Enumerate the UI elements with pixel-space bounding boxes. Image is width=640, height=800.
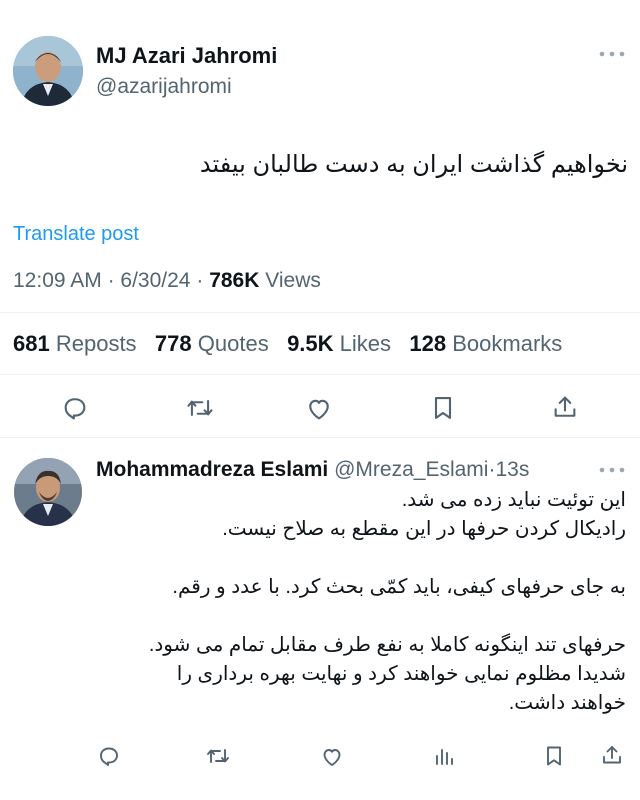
share-icon[interactable] xyxy=(551,393,579,421)
bookmarks-stat[interactable]: 128 Bookmarks xyxy=(409,331,562,356)
reply-line: به جای حرفهای کیفی، باید کمّی بحث کرد. ب… xyxy=(172,576,626,598)
divider xyxy=(0,374,640,375)
more-horizontal-icon[interactable] xyxy=(598,464,626,476)
stat-label: Likes xyxy=(339,331,392,356)
reply-author-name[interactable]: Mohammadreza Eslami xyxy=(96,458,328,481)
share-icon[interactable] xyxy=(600,743,624,767)
reply-icon[interactable] xyxy=(97,744,121,768)
repost-icon[interactable] xyxy=(185,394,215,422)
post-time[interactable]: 12:09 AM xyxy=(13,269,102,292)
divider xyxy=(0,437,640,438)
stat-label: Bookmarks xyxy=(452,331,563,356)
stat-label: Quotes xyxy=(197,331,269,356)
reply-header: Mohammadreza Eslami @Mreza_Eslami·13s xyxy=(96,456,529,484)
views-count: 786K xyxy=(209,269,260,292)
translate-post-link[interactable]: Translate post xyxy=(13,221,139,247)
reply-author-avatar[interactable] xyxy=(14,458,82,526)
bookmark-icon[interactable] xyxy=(430,394,456,422)
author-name[interactable]: MJ Azari Jahromi xyxy=(96,42,277,70)
reply-time[interactable]: 13s xyxy=(495,458,529,481)
reply-author-handle[interactable]: @Mreza_Eslami xyxy=(334,458,488,481)
reposts-stat[interactable]: 681 Reposts xyxy=(13,331,143,356)
stat-count: 128 xyxy=(409,331,447,356)
reply-blank-line xyxy=(106,544,626,573)
views-icon[interactable] xyxy=(432,744,456,768)
separator: · xyxy=(196,269,204,292)
post-metadata: 12:09 AM · 6/30/24 · 786K Views xyxy=(13,267,321,295)
more-horizontal-icon[interactable] xyxy=(598,48,626,60)
views-label: Views xyxy=(265,269,321,292)
like-icon[interactable] xyxy=(305,395,333,423)
stat-count: 778 xyxy=(154,331,192,356)
bookmark-icon[interactable] xyxy=(543,744,565,768)
quotes-stat[interactable]: 778 Quotes xyxy=(155,331,275,356)
post-date[interactable]: 6/30/24 xyxy=(120,269,190,292)
reply-blank-line xyxy=(106,602,626,631)
reply-line: حرفهای تند اینگونه کاملا به نفع طرف مقاب… xyxy=(148,634,626,656)
repost-icon[interactable] xyxy=(205,744,231,768)
author-avatar[interactable] xyxy=(13,36,83,106)
stat-count: 9.5K xyxy=(287,331,334,356)
reply-line: شدیدا مظلوم نمایی خواهند کرد و نهایت بهر… xyxy=(176,663,626,685)
stat-label: Reposts xyxy=(55,331,137,356)
stat-count: 681 xyxy=(13,331,50,356)
author-handle[interactable]: @azarijahromi xyxy=(96,73,232,101)
divider xyxy=(0,312,640,313)
reply-icon[interactable] xyxy=(61,394,89,422)
post-text: نخواهیم گذاشت ایران به دست طالبان بیفتد xyxy=(199,151,628,178)
stats-row: 681 Reposts 778 Quotes 9.5K Likes 128 Bo… xyxy=(13,330,562,358)
like-icon[interactable] xyxy=(320,745,344,769)
separator: · xyxy=(107,269,115,292)
reply-text: این توئیت نباید زده می شد. رادیکال کردن … xyxy=(106,486,626,718)
reply-line: این توئیت نباید زده می شد. xyxy=(401,489,626,511)
reply-line: رادیکال کردن حرفها در این مقطع به صلاح ن… xyxy=(222,518,626,540)
likes-stat[interactable]: 9.5K Likes xyxy=(287,331,397,356)
reply-line: خواهند داشت. xyxy=(508,692,626,714)
